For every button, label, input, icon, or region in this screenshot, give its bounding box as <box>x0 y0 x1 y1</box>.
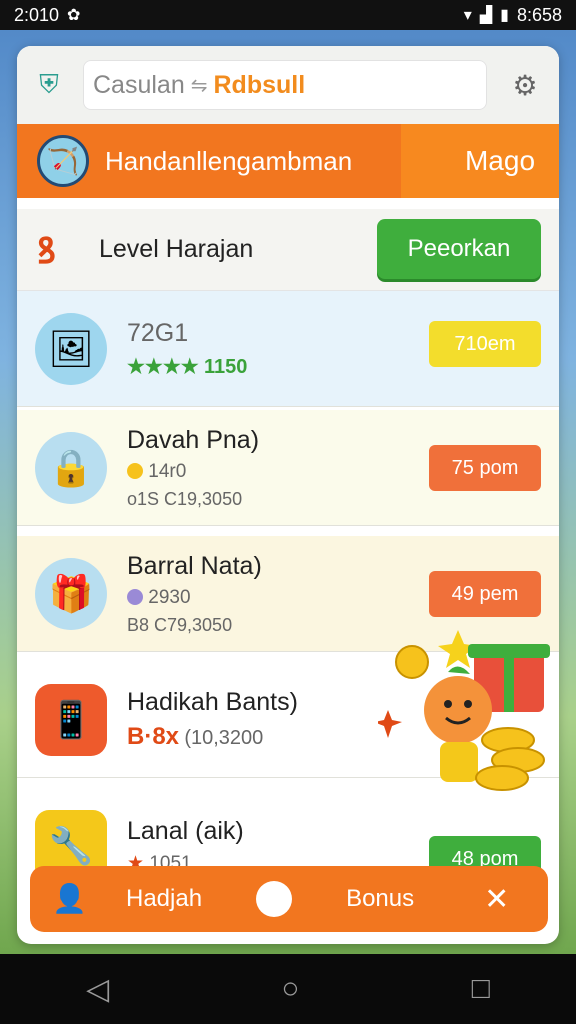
lock-icon: 🔒 <box>35 431 107 504</box>
banner-right-tab[interactable]: Mago <box>401 124 559 198</box>
phone-icon: 📱 <box>35 683 107 756</box>
picture-icon: 🖼 <box>35 312 107 385</box>
item-name: Lanal (aik) <box>127 817 244 845</box>
status-right-time: 8:658 <box>516 4 562 25</box>
item-name: Hadikah Bants) <box>127 688 298 716</box>
search-row: ⛨ Casulan ⇋ Rdbsull ⚙ <box>17 46 559 124</box>
search-brand: Rdbsull <box>213 70 306 99</box>
back-icon[interactable]: ◁ <box>86 972 109 1007</box>
gear-icon[interactable]: ⚙ <box>505 65 545 105</box>
item-name: Barral Nata) <box>127 551 262 580</box>
search-input[interactable]: Casulan ⇋ Rdbsull <box>83 60 487 110</box>
recents-icon[interactable]: □ <box>472 972 490 1006</box>
banner-title: Handanllengambman <box>105 145 353 176</box>
close-icon[interactable]: ✕ <box>484 882 509 917</box>
status-time: 2:010 <box>14 4 60 25</box>
home-icon[interactable]: ○ <box>281 972 299 1006</box>
list-item[interactable]: 🖼 72G1 ★★★★ 1150 710em <box>17 291 559 407</box>
shield-icon[interactable]: ⛨ <box>29 65 69 105</box>
user-icon[interactable]: 👤 <box>52 882 87 916</box>
level-row: ꝸ Level Harajan Peeorkan <box>17 209 559 291</box>
signal-icon: ▟ <box>479 7 493 24</box>
rating-stars: ★★★★ <box>127 355 199 378</box>
bug-icon: ✿ <box>67 7 81 24</box>
price-button[interactable]: 75 pom <box>429 445 541 491</box>
gem-icon <box>127 589 143 606</box>
swap-icon: ⇋ <box>190 74 208 97</box>
battery-icon: ▮ <box>500 7 509 24</box>
coin-icon <box>127 463 143 480</box>
item-sub: 1150 <box>204 355 248 378</box>
item-sub: 14r0 <box>148 460 187 482</box>
circle-button[interactable] <box>256 881 293 917</box>
item-name: 72G1 <box>127 318 189 347</box>
level-action-button[interactable]: Peeorkan <box>377 219 541 279</box>
item-sub: B·8x <box>127 723 180 750</box>
mascot-illustration <box>378 630 550 791</box>
item-sub2: (10,3200 <box>184 727 264 749</box>
item-sub2: B8 C79,3050 <box>127 614 233 635</box>
item-name: Davah Pna) <box>127 425 260 454</box>
item-sub2: o1S C19,3050 <box>127 488 243 509</box>
wifi-icon: ▾ <box>463 7 472 24</box>
price-button[interactable]: 710em <box>429 321 541 367</box>
bonus-button[interactable]: Bonus <box>346 885 414 913</box>
android-nav-bar: ◁ ○ □ <box>0 954 576 1024</box>
ribbon-icon: ꝸ <box>37 230 56 271</box>
search-text: Casulan <box>93 70 185 99</box>
status-bar: 2:010 ✿ ▾ ▟ ▮ 8:658 <box>0 0 576 30</box>
list-item[interactable]: 🔒 Davah Pna) 14r0 o1S C19,3050 75 pom <box>17 410 559 526</box>
bottom-label-1[interactable]: Hadjah <box>126 885 202 913</box>
avatar: 🏹 <box>37 135 89 187</box>
item-sub: 2930 <box>148 586 191 608</box>
level-title: Level Harajan <box>99 235 254 263</box>
box-icon: 🎁 <box>35 557 107 630</box>
banner[interactable]: 🏹 Handanllengambman Mago <box>17 124 559 198</box>
bottom-bar: 👤 Hadjah Bonus ✕ <box>30 866 548 932</box>
